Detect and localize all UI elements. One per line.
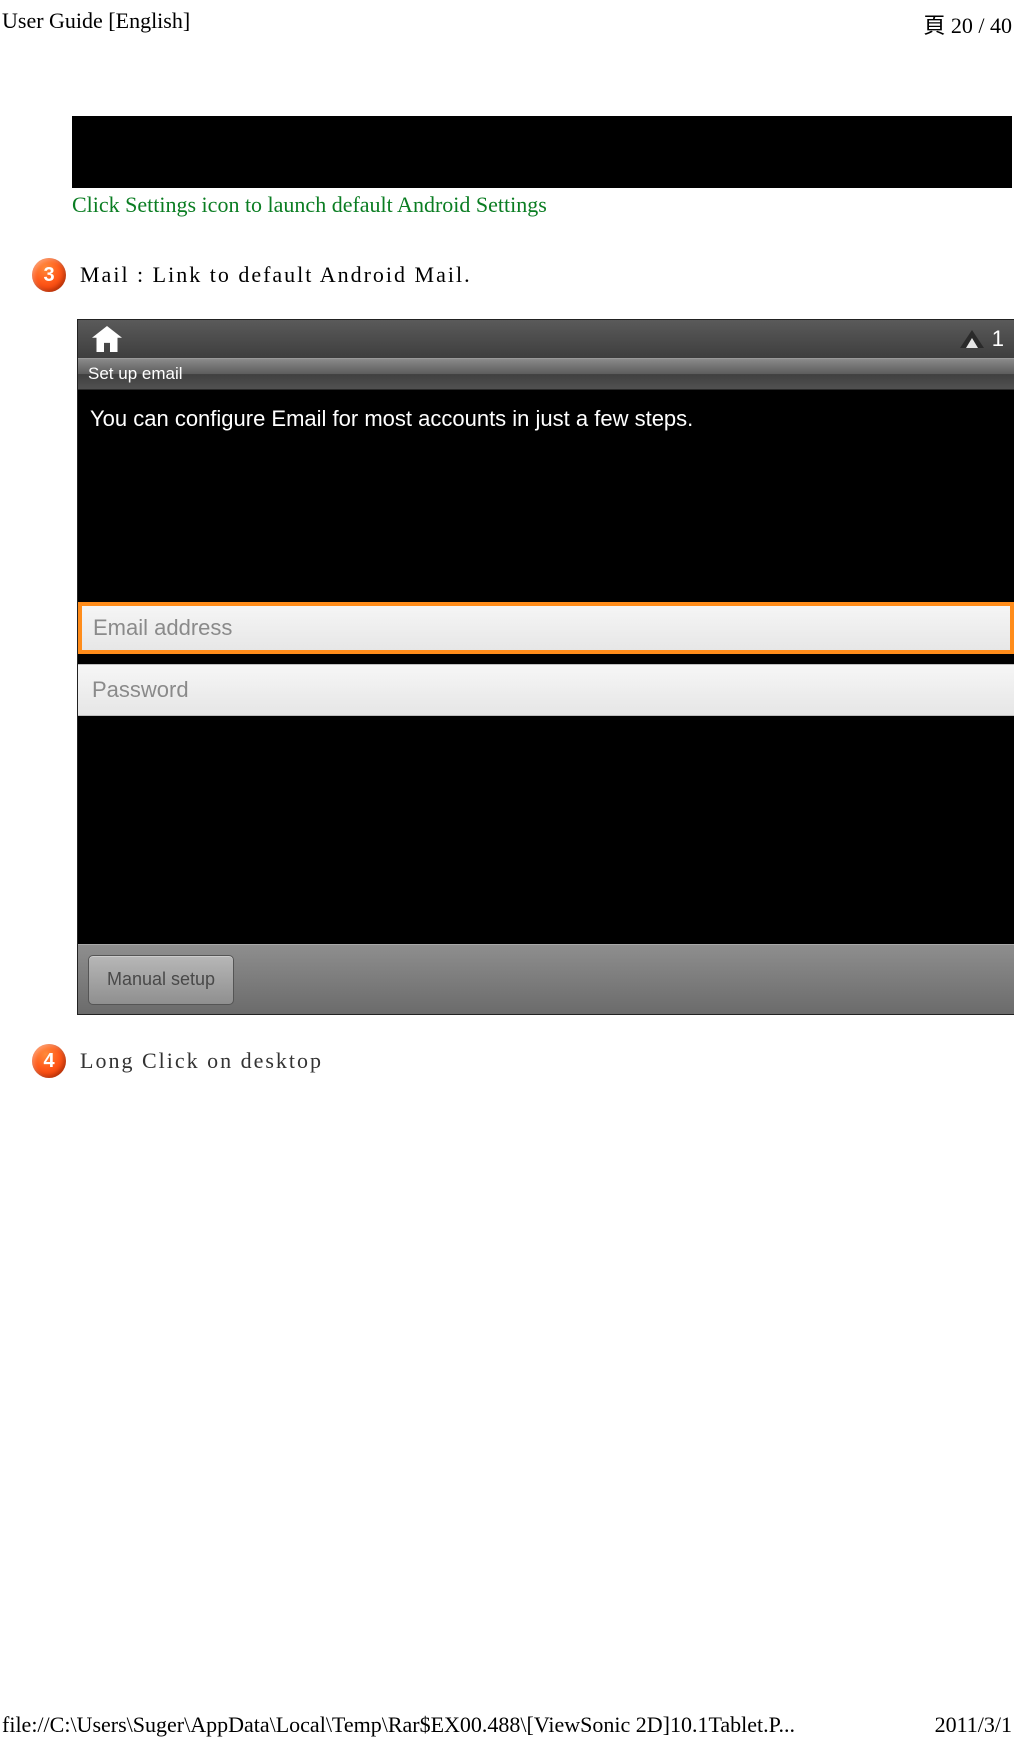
footer-date: 2011/3/1 (935, 1712, 1012, 1738)
bullet-badge-3: 3 (32, 258, 66, 292)
android-screenshot: 1 Set up email You can configure Email f… (78, 320, 1014, 1014)
android-instruction: You can configure Email for most account… (78, 390, 1014, 448)
clock-digit: 1 (992, 326, 1004, 352)
settings-note: Click Settings icon to launch default An… (72, 192, 1014, 218)
page-footer: file://C:\Users\Suger\AppData\Local\Temp… (0, 1712, 1014, 1738)
page-header: User Guide [English] 頁 20 / 40 (0, 0, 1014, 40)
home-icon[interactable] (92, 326, 122, 352)
password-field[interactable]: Password (78, 664, 1014, 716)
bullet-3-row: 3 Mail : Link to default Android Mail. (32, 258, 1014, 292)
status-icons: 1 (960, 326, 1006, 352)
bullet-3-text: Mail : Link to default Android Mail. (80, 262, 472, 288)
android-titlebar: Set up email (78, 358, 1014, 390)
bullet-badge-4: 4 (32, 1044, 66, 1078)
email-placeholder: Email address (93, 615, 232, 641)
bullet-4-row: 4 Long Click on desktop (32, 1044, 1014, 1078)
page-content: Click Settings icon to launch default An… (0, 116, 1014, 1078)
wifi-icon (960, 330, 984, 348)
black-image-bar (72, 116, 1012, 188)
spacer (78, 448, 1014, 602)
page-indicator: 頁 20 / 40 (923, 8, 1014, 40)
manual-setup-button[interactable]: Manual setup (88, 955, 234, 1005)
email-field[interactable]: Email address (78, 602, 1014, 654)
bullet-4-text: Long Click on desktop (80, 1048, 323, 1074)
android-buttonbar: Manual setup (78, 944, 1014, 1014)
footer-path: file://C:\Users\Suger\AppData\Local\Temp… (2, 1712, 795, 1738)
android-statusbar: 1 (78, 320, 1014, 358)
doc-title: User Guide [English] (0, 8, 190, 40)
spacer (78, 726, 1014, 944)
password-placeholder: Password (92, 677, 189, 703)
